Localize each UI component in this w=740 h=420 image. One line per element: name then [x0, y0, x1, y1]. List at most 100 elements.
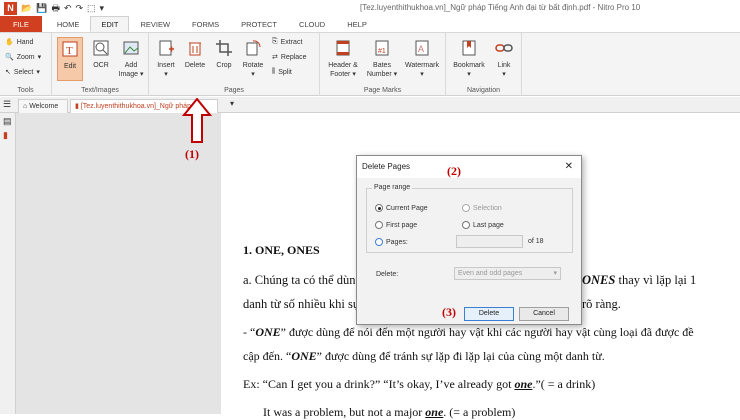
- print-icon[interactable]: 🖶: [51, 2, 60, 14]
- paragraph-line: - “ONE” được dùng để nói đến một người h…: [243, 325, 694, 339]
- radio-icon: [375, 238, 383, 246]
- paragraph-line: ONES thay vì lặp lại 1: [582, 273, 697, 287]
- radio-first-page[interactable]: First page: [375, 221, 417, 229]
- pages-panel-icon[interactable]: ▤: [3, 116, 12, 127]
- page-range-group: Page range Current Page Selection First …: [366, 184, 573, 253]
- redo-icon[interactable]: ↷: [75, 2, 83, 14]
- tab-welcome[interactable]: ⌂ Welcome: [18, 99, 68, 113]
- split-button[interactable]: ⫼ Split: [272, 68, 292, 76]
- ribbon-tabs: FILE HOME EDIT REVIEW FORMS PROTECT CLOU…: [0, 16, 740, 33]
- radio-current-page[interactable]: Current Page: [375, 204, 428, 212]
- tools-group: ✋ Hand 🔍 Zoom ▾ ↖ Select ▾ Tools: [0, 33, 52, 96]
- radio-last-page[interactable]: Last page: [462, 221, 504, 229]
- section-heading: 1. ONE, ONES: [243, 243, 320, 257]
- delete-button[interactable]: Delete: [182, 37, 208, 70]
- delete-confirm-button[interactable]: Delete: [464, 307, 514, 321]
- radio-pages[interactable]: Pages:: [375, 238, 408, 246]
- svg-text:T: T: [66, 45, 73, 57]
- rotate-button[interactable]: Rotate ▾: [240, 37, 266, 79]
- bookmarks-panel-icon[interactable]: ▮: [3, 130, 8, 141]
- group-label: Page Marks: [363, 87, 402, 94]
- cancel-button[interactable]: Cancel: [519, 307, 569, 321]
- replace-button[interactable]: ⇄ Replace: [272, 53, 307, 62]
- radio-icon: [462, 204, 470, 212]
- hand-tool[interactable]: ✋ Hand: [5, 38, 33, 47]
- tab-review[interactable]: REVIEW: [129, 16, 181, 32]
- hand-icon: ✋: [5, 39, 14, 46]
- group-label: Pages: [224, 87, 244, 94]
- tab-forms[interactable]: FORMS: [181, 16, 230, 32]
- header-footer-button[interactable]: Header & Footer ▾: [325, 37, 361, 79]
- pages-input[interactable]: [456, 235, 523, 248]
- undo-icon[interactable]: ↶: [64, 2, 72, 14]
- page-total: of 18: [528, 238, 544, 245]
- chevron-down-icon: ▾: [553, 270, 557, 277]
- tab-file[interactable]: FILE: [0, 16, 42, 32]
- new-tab-dropdown-icon[interactable]: ▾: [230, 99, 234, 108]
- edit-text-icon: T: [59, 38, 81, 60]
- example-line: It was a problem, but not a major one. (…: [263, 405, 516, 419]
- radio-icon: [462, 221, 470, 229]
- watermark-button[interactable]: A Watermark ▾: [402, 37, 442, 79]
- bates-number-button[interactable]: #1 Bates Number ▾: [365, 37, 399, 79]
- crop-icon: [213, 37, 235, 59]
- document-tabs: ☰ ⌂ Welcome ▮ [Tez.luyenthithukhoa.vn]_N…: [0, 97, 740, 113]
- link-button[interactable]: Link ▾: [491, 37, 517, 79]
- paragraph-line: danh từ số nhiều khi sự: [243, 297, 360, 311]
- svg-text:#1: #1: [378, 48, 386, 55]
- dialog-title: Delete Pages: [362, 162, 411, 171]
- ocr-icon: [90, 37, 112, 59]
- insert-button[interactable]: Insert ▾: [153, 37, 179, 79]
- tab-edit[interactable]: EDIT: [90, 16, 130, 32]
- paragraph-line: rõ ràng.: [582, 297, 621, 311]
- split-icon: ⫼: [272, 68, 276, 75]
- replace-icon: ⇄: [272, 54, 278, 61]
- navigation-group: Bookmark ▾ Link ▾ Navigation: [446, 33, 522, 96]
- rotate-icon: [242, 37, 264, 59]
- select-tool[interactable]: ↖ Select ▾: [5, 68, 40, 77]
- watermark-icon: A: [411, 37, 433, 59]
- customize-icon[interactable]: ▾: [100, 2, 105, 14]
- bookmark-icon: [458, 37, 480, 59]
- page-range-legend: Page range: [372, 184, 413, 191]
- dialog-title-bar: Delete Pages (2) ✕: [357, 156, 581, 178]
- paragraph-line: cập đến. “ONE” được dùng để tránh sự lặp…: [243, 349, 605, 363]
- edit-button[interactable]: T Edit: [57, 37, 83, 81]
- close-icon[interactable]: ✕: [565, 156, 573, 178]
- tab-help[interactable]: HELP: [336, 16, 378, 32]
- bookmark-button[interactable]: Bookmark ▾: [450, 37, 488, 79]
- home-icon: ⌂: [23, 103, 28, 110]
- select-tool-icon[interactable]: ⬚: [87, 2, 96, 14]
- delete-label: Delete:: [376, 271, 399, 278]
- group-label: Tools: [17, 87, 34, 94]
- title-bar: N 📂 💾 🖶 ↶ ↷ ⬚ ▾ [Tez.luyenthithukhoa.vn]…: [0, 0, 740, 16]
- extract-button[interactable]: ⎘ Extract: [272, 38, 302, 46]
- extract-icon: ⎘: [272, 38, 278, 45]
- insert-page-icon: [155, 37, 177, 59]
- window-title: [Tez.luyenthithukhoa.vn]_Ngữ pháp Tiếng …: [360, 3, 641, 12]
- radio-selection[interactable]: Selection: [462, 204, 502, 212]
- crop-button[interactable]: Crop: [212, 37, 236, 70]
- delete-select[interactable]: Even and odd pages ▾: [454, 267, 561, 280]
- add-image-button[interactable]: Add Image ▾: [117, 37, 145, 79]
- up-arrow-annotation: [182, 98, 212, 143]
- annotation-1: (1): [185, 147, 199, 161]
- save-icon[interactable]: 💾: [36, 2, 47, 14]
- tab-home[interactable]: HOME: [46, 16, 91, 32]
- zoom-tool[interactable]: 🔍 Zoom ▾: [5, 53, 41, 62]
- delete-page-icon: [184, 37, 206, 59]
- radio-selected-icon: [375, 204, 383, 212]
- group-label: Text/Images: [81, 87, 119, 94]
- paragraph-line: a. Chúng ta có thể dùng: [243, 273, 362, 287]
- ribbon: ✋ Hand 🔍 Zoom ▾ ↖ Select ▾ Tools T Edit OCR A…: [0, 33, 740, 96]
- group-label: Navigation: [466, 87, 501, 94]
- tab-protect[interactable]: PROTECT: [230, 16, 288, 32]
- page-marks-group: Header & Footer ▾ #1 Bates Number ▾ A Wa…: [320, 33, 446, 96]
- link-icon: [493, 37, 515, 59]
- text-images-group: T Edit OCR Add Image ▾ Text/Images: [52, 33, 149, 96]
- ocr-button[interactable]: OCR: [89, 37, 113, 70]
- open-folder-icon[interactable]: 📂: [21, 2, 32, 14]
- panel-toggle-icon[interactable]: ☰: [3, 99, 11, 110]
- zoom-icon: 🔍: [5, 54, 14, 61]
- tab-cloud[interactable]: CLOUD: [288, 16, 336, 32]
